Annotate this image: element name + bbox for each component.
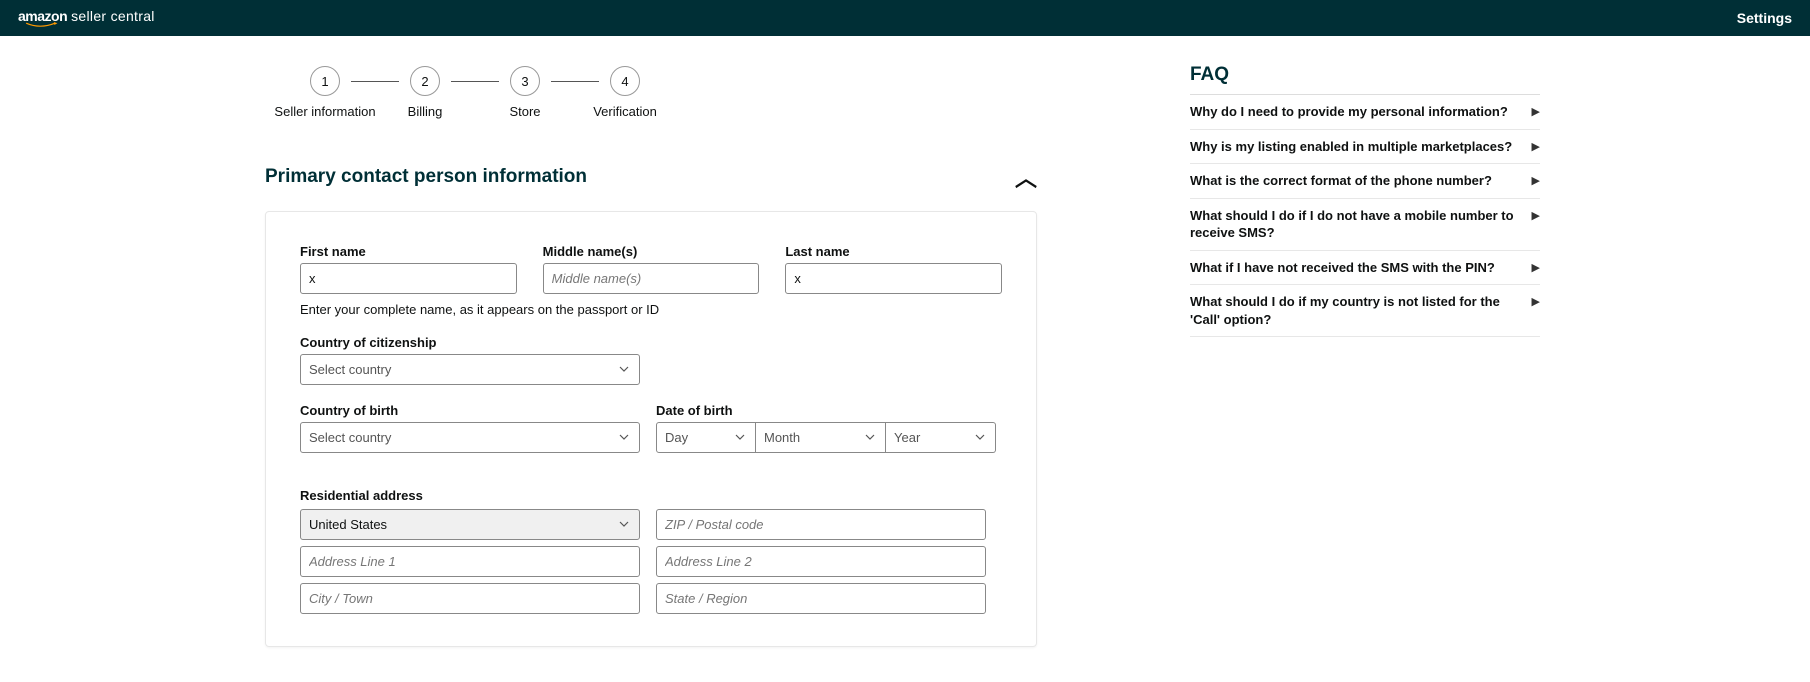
state-input[interactable] (656, 583, 986, 614)
step-label: Verification (593, 104, 657, 121)
faq-question: What should I do if I do not have a mobi… (1190, 207, 1532, 242)
top-bar: amazon seller central Settings (0, 0, 1810, 36)
step-number: 4 (610, 66, 640, 96)
section-toggle[interactable]: Primary contact person information ︿ (265, 161, 1037, 193)
logo-sub: seller central (71, 8, 155, 24)
logo[interactable]: amazon seller central (18, 8, 155, 28)
zip-input[interactable] (656, 509, 986, 540)
progress-stepper: 1 Seller information 2 Billing 3 Store 4… (265, 66, 1130, 121)
step-number: 3 (510, 66, 540, 96)
faq-item[interactable]: Why is my listing enabled in multiple ma… (1190, 130, 1540, 165)
triangle-right-icon: ▶ (1532, 261, 1540, 274)
main-content: 1 Seller information 2 Billing 3 Store 4… (0, 36, 1190, 677)
citizenship-select[interactable]: Select country (300, 354, 640, 385)
triangle-right-icon: ▶ (1532, 174, 1540, 187)
triangle-right-icon: ▶ (1532, 105, 1540, 118)
faq-item[interactable]: What should I do if my country is not li… (1190, 285, 1540, 337)
step-label: Store (509, 104, 540, 121)
triangle-right-icon: ▶ (1532, 209, 1540, 222)
dob-label: Date of birth (656, 403, 996, 418)
address-line-2-input[interactable] (656, 546, 986, 577)
step-number: 2 (410, 66, 440, 96)
section-title: Primary contact person information (265, 166, 587, 188)
triangle-right-icon: ▶ (1532, 295, 1540, 308)
chevron-up-icon: ︿ (1015, 161, 1037, 193)
dob-day-select[interactable]: Day (656, 422, 756, 453)
settings-link[interactable]: Settings (1737, 10, 1792, 26)
middle-name-label: Middle name(s) (543, 244, 760, 259)
step-number: 1 (310, 66, 340, 96)
form-card: First name Middle name(s) Last name Ente… (265, 211, 1037, 647)
logo-brand: amazon (18, 8, 67, 24)
step-label: Seller information (274, 104, 375, 121)
faq-item[interactable]: What is the correct format of the phone … (1190, 164, 1540, 199)
dob-month-select[interactable]: Month (756, 422, 886, 453)
faq-item[interactable]: What should I do if I do not have a mobi… (1190, 199, 1540, 251)
faq-question: What should I do if my country is not li… (1190, 293, 1532, 328)
citizenship-label: Country of citizenship (300, 335, 640, 350)
city-input[interactable] (300, 583, 640, 614)
faq-question: What is the correct format of the phone … (1190, 172, 1532, 190)
name-helper-text: Enter your complete name, as it appears … (300, 302, 1002, 317)
dob-year-select[interactable]: Year (886, 422, 996, 453)
faq-item[interactable]: Why do I need to provide my personal inf… (1190, 95, 1540, 130)
faq-title: FAQ (1190, 64, 1540, 95)
address-line-1-input[interactable] (300, 546, 640, 577)
middle-name-input[interactable] (543, 263, 760, 294)
faq-item[interactable]: What if I have not received the SMS with… (1190, 251, 1540, 286)
last-name-input[interactable] (785, 263, 1002, 294)
faq-question: Why do I need to provide my personal inf… (1190, 103, 1532, 121)
first-name-label: First name (300, 244, 517, 259)
last-name-label: Last name (785, 244, 1002, 259)
step-verification[interactable]: 4 Verification (565, 66, 685, 121)
faq-sidebar: FAQ Why do I need to provide my personal… (1190, 36, 1560, 677)
step-label: Billing (408, 104, 443, 121)
faq-question: Why is my listing enabled in multiple ma… (1190, 138, 1532, 156)
residential-label: Residential address (300, 488, 423, 503)
triangle-right-icon: ▶ (1532, 140, 1540, 153)
residential-country-select[interactable]: United States (300, 509, 640, 540)
faq-question: What if I have not received the SMS with… (1190, 259, 1532, 277)
first-name-input[interactable] (300, 263, 517, 294)
birth-country-select[interactable]: Select country (300, 422, 640, 453)
birth-country-label: Country of birth (300, 403, 640, 418)
